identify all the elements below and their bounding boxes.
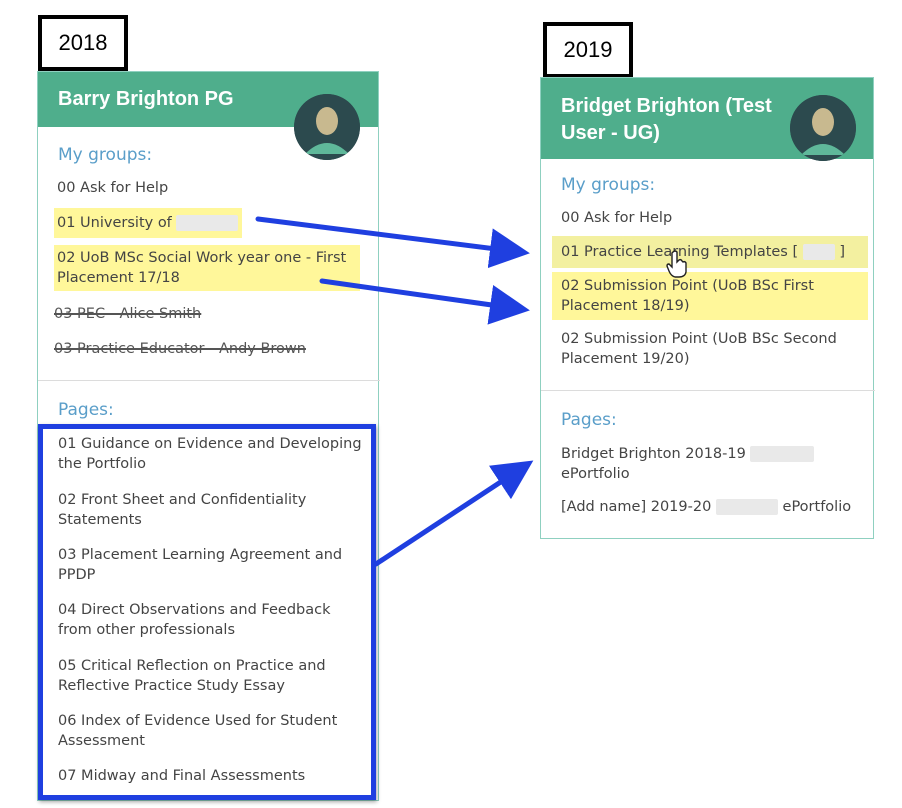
arrow-icon (255, 216, 534, 567)
